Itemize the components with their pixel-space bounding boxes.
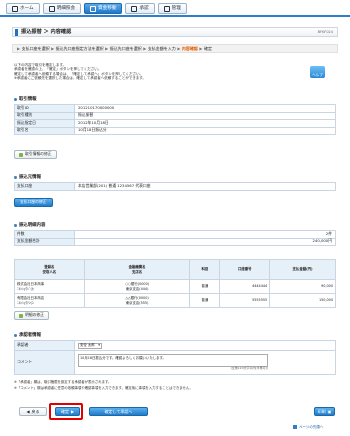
tab-transfer[interactable]: 資金移動 <box>84 3 123 14</box>
edit-details-button[interactable]: 明細の修正 <box>14 311 49 320</box>
step-indicator: ▶ 支払口座を選択 ▶ 振込先口座指定方法を選択 ▶ 振込先口座を選択 ▶ 支払金額を… <box>12 44 338 53</box>
help-button[interactable]: ヘルプ <box>310 66 325 78</box>
table-row: 有限会社日本商店 ﾆﾎﾝｼｮｳﾃﾝ(ﾕ △△銀行(0000) 東京支店(555) 普… <box>14 293 336 308</box>
page-title: 振込振替 ＞ 内容確認 BFKF024 <box>12 27 338 37</box>
approval-heading: 承認者情報 <box>14 333 41 339</box>
tab-home[interactable]: ホーム <box>6 3 40 14</box>
step-6: 確定 <box>203 46 212 51</box>
details-table: 登録名 受取人名 金融機関名 支店名 科目 口座番号 支払金額(円) 株式会社日… <box>14 259 336 308</box>
transaction-info-table: 取引ID 201210170000000 取引種別 振込振替 振込指定日 2012年1… <box>14 104 336 135</box>
nav-divider <box>0 15 350 17</box>
arrow-up-icon <box>293 425 297 430</box>
printer-icon: ▣ <box>327 409 332 414</box>
step-3: 振込先口座を選択 <box>109 46 142 51</box>
edit-payment-account-button[interactable]: 支払口座の修正 <box>14 198 53 207</box>
confirm-button[interactable]: 確定 ▶ <box>55 407 80 416</box>
payment-account-heading: 振込元情報 <box>14 175 41 181</box>
note-comment: ※「コメント」欄は承認者に任意の依頼事項や確認事項を入力できます。確定後に事項を… <box>14 386 193 390</box>
intro-text: 以下の内容で取引を確定します。 承認者を確認の上、「確定」ボタンを押してください… <box>14 63 146 81</box>
back-button[interactable]: ◀ 戻る <box>19 407 47 416</box>
details-heading: 振込明細内容 <box>14 223 45 229</box>
page-top-link[interactable]: ページの先頭へ <box>293 425 323 430</box>
table-row: コメント 10月18日振込分です。確認よろしくお願いいたします。 (全角120文… <box>14 350 336 375</box>
step-2: 振込先口座指定方法を選択 <box>55 46 104 51</box>
pencil-icon <box>19 313 23 318</box>
table-row: 取引名 10月18日振込分 <box>14 126 336 135</box>
approval-table: 承認者 安全 太郎 ▾ コメント 10月18日振込分です。確認よろしくお願いいたし… <box>14 340 336 375</box>
step-current: 内容確認 <box>181 46 198 51</box>
chevron-down-icon: ▾ <box>98 343 100 348</box>
table-row: 支払金額合計 240,000円 <box>14 237 336 246</box>
transaction-info-heading: 取引情報 <box>14 97 37 103</box>
step-4: 支払金額を入力 <box>147 46 176 51</box>
details-summary-table: 件数 2件 支払金額合計 240,000円 <box>14 230 336 246</box>
confirm-and-approve-button[interactable]: 確定して承認へ <box>89 407 148 416</box>
table-row: 件数 2件 <box>14 230 336 239</box>
table-row: 振込指定日 2012年10月18日 <box>14 119 336 128</box>
home-icon <box>12 5 18 12</box>
table-row: 承認者 安全 太郎 ▾ <box>14 340 336 351</box>
main-nav-tabs: ホーム 明細照会 資金移動 承認 管理 <box>6 3 187 14</box>
print-button[interactable]: 印刷 ▣ <box>314 407 335 416</box>
edit-transaction-button[interactable]: 取引情報の修正 <box>14 150 57 159</box>
screen-id: BFKF024 <box>317 29 333 34</box>
tab-admin[interactable]: 管理 <box>157 3 187 14</box>
table-row: 支払口座 本店営業部(201) 普通 1234567 代表口座 <box>14 182 336 191</box>
note-approver: ※「承認者」欄は、取引権限を設定する承認者が表示されます。 <box>14 380 112 384</box>
payment-account-table: 支払口座 本店営業部(201) 普通 1234567 代表口座 <box>14 182 336 191</box>
step-1: 支払口座を選択 <box>21 46 50 51</box>
transfer-icon <box>90 5 97 12</box>
gear-icon <box>163 5 170 12</box>
check-icon <box>131 5 138 12</box>
table-header-row: 登録名 受取人名 金融機関名 支店名 科目 口座番号 支払金額(円) <box>14 259 336 280</box>
chevron-left-icon: ◀ <box>26 409 30 414</box>
step-arrow-icon: ▶ <box>17 46 21 51</box>
chevron-right-icon: ▶ <box>70 409 75 414</box>
tab-statements[interactable]: 明細照会 <box>42 3 82 14</box>
comment-char-limit: (全角120文字以内[半角可]) <box>230 366 268 371</box>
tab-approval[interactable]: 承認 <box>125 3 155 14</box>
table-row: 株式会社日本商事 ﾆﾎﾝｼｮｳｼﾞ(ｶ ○○銀行(0000) 東京支店(444) 普… <box>14 279 336 294</box>
pencil-icon <box>19 152 23 157</box>
table-row: 取引種別 振込振替 <box>14 111 336 120</box>
approver-select[interactable]: 安全 太郎 ▾ <box>78 342 102 349</box>
table-row: 取引ID 201210170000000 <box>14 104 336 113</box>
document-icon <box>48 5 55 12</box>
